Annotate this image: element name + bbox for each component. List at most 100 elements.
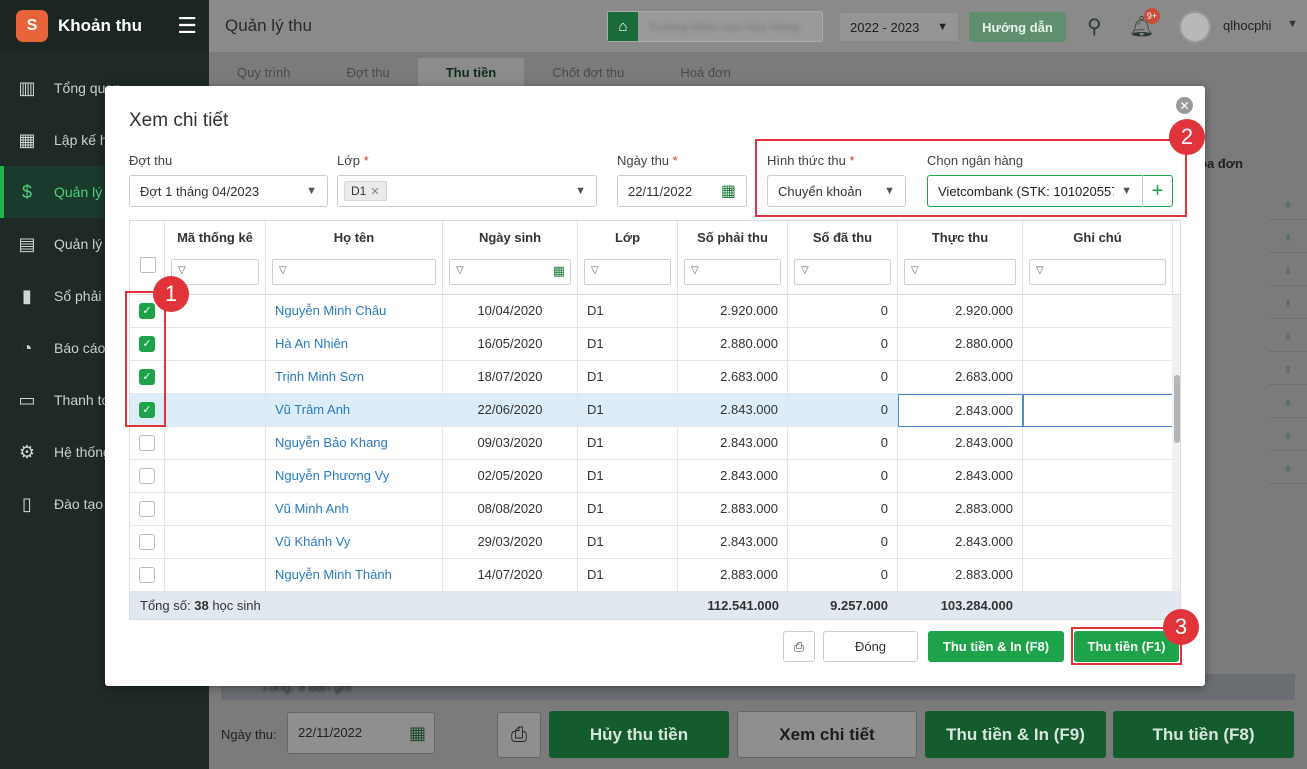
row-checkbox[interactable]: [139, 468, 155, 484]
table-row[interactable]: Vũ Khánh Vy 29/03/2020 D1 2.843.000 0 2.843.0…: [130, 526, 1180, 559]
modal-close-button[interactable]: Đóng: [823, 631, 918, 662]
table-scrollbar[interactable]: [1172, 295, 1180, 591]
user-chevron-down-icon[interactable]: ▼: [1287, 18, 1298, 30]
cell-actual[interactable]: 2.843.000: [898, 394, 1023, 427]
table-row[interactable]: Nguyễn Phương Vy 02/05/2020 D1 2.843.000 0 2.…: [130, 460, 1180, 493]
cell-name[interactable]: Hà An Nhiên: [266, 328, 443, 361]
cell-note[interactable]: [1023, 361, 1173, 394]
column-filter-input[interactable]: ▽: [1029, 259, 1166, 285]
cell-name[interactable]: Vũ Trâm Anh: [266, 394, 443, 427]
column-filter-input[interactable]: ▽ ▦: [449, 259, 571, 285]
guide-button[interactable]: Hướng dẫn: [969, 12, 1066, 42]
row-checkbox[interactable]: [139, 501, 155, 517]
cell-due: 2.883.000: [678, 559, 788, 591]
column-filter-input[interactable]: ▽: [584, 259, 671, 285]
avatar[interactable]: [1179, 11, 1211, 43]
year-value: 2022 - 2023: [850, 19, 920, 35]
rocket-icon[interactable]: ⚲: [1087, 14, 1102, 39]
table-row[interactable]: Nguyễn Minh Thành 14/07/2020 D1 2.883.000 0 2…: [130, 559, 1180, 591]
money-bag-icon[interactable]: ♁: [1269, 385, 1307, 418]
cell-note[interactable]: [1023, 526, 1173, 559]
ngay-thu-field[interactable]: 22/11/2022 ▦: [617, 175, 747, 207]
column-header-5: Số phải thu ▽: [678, 221, 788, 295]
column-title: Họ tên: [333, 230, 375, 245]
money-bag-icon[interactable]: ♁: [1269, 253, 1307, 286]
cell-actual[interactable]: 2.920.000: [898, 295, 1023, 328]
cell-actual[interactable]: 2.883.000: [898, 493, 1023, 526]
column-filter-input[interactable]: ▽: [272, 259, 436, 285]
cell-name[interactable]: Nguyễn Minh Châu: [266, 295, 443, 328]
cell-name[interactable]: Vũ Minh Anh: [266, 493, 443, 526]
cell-due: 2.920.000: [678, 295, 788, 328]
collect-button[interactable]: Thu tiền (F8): [1113, 711, 1294, 758]
cell-actual[interactable]: 2.843.000: [898, 526, 1023, 559]
cell-note[interactable]: [1023, 493, 1173, 526]
table-row[interactable]: ✓ Nguyễn Minh Châu 10/04/2020 D1 2.920.000 0 2…: [130, 295, 1180, 328]
remove-chip-icon[interactable]: ✕: [370, 186, 379, 198]
username[interactable]: qlhocphi: [1223, 18, 1271, 33]
notification-badge: 9+: [1144, 8, 1160, 24]
print-button[interactable]: ⎙: [497, 712, 541, 758]
cell-actual[interactable]: 2.880.000: [898, 328, 1023, 361]
money-bag-icon[interactable]: ♁: [1269, 220, 1307, 253]
column-filter-input[interactable]: ▽: [794, 259, 891, 285]
money-bag-icon[interactable]: ♁: [1269, 286, 1307, 319]
checkbox-cell: [130, 427, 165, 460]
dot-thu-select[interactable]: Đợt 1 tháng 04/2023 ▼: [129, 175, 328, 207]
collect-print-button[interactable]: Thu tiền & In (F9): [925, 711, 1106, 758]
hamburger-menu-icon[interactable]: ☰: [177, 13, 197, 39]
close-icon[interactable]: ✕: [1176, 97, 1193, 114]
cell-dob: 02/05/2020: [443, 460, 578, 493]
modal-collect-print-button[interactable]: Thu tiền & In (F8): [928, 631, 1064, 662]
column-filter-input[interactable]: ▽: [684, 259, 781, 285]
filter-icon: ▽: [591, 265, 599, 276]
cell-actual[interactable]: 2.843.000: [898, 427, 1023, 460]
cell-note[interactable]: [1023, 328, 1173, 361]
cell-note[interactable]: [1023, 427, 1173, 460]
cell-name[interactable]: Trịnh Minh Sơn: [266, 361, 443, 394]
column-filter-input[interactable]: ▽: [904, 259, 1016, 285]
app-title: Khoản thu: [58, 16, 143, 35]
cell-note[interactable]: [1023, 394, 1173, 427]
row-checkbox[interactable]: [139, 435, 155, 451]
cell-actual[interactable]: 2.683.000: [898, 361, 1023, 394]
view-detail-button[interactable]: Xem chi tiết: [737, 711, 917, 758]
calendar-icon[interactable]: ▦: [721, 181, 736, 201]
cell-actual[interactable]: 2.883.000: [898, 559, 1023, 591]
cancel-collection-button[interactable]: Hủy thu tiền: [549, 711, 729, 758]
money-bag-icon[interactable]: ♁: [1269, 319, 1307, 352]
table-row[interactable]: ✓ Vũ Trâm Anh 22/06/2020 D1 2.843.000 0 2.843.…: [130, 394, 1180, 427]
cell-name[interactable]: Nguyễn Minh Thành: [266, 559, 443, 591]
cell-note[interactable]: [1023, 559, 1173, 591]
table-row[interactable]: ✓ Hà An Nhiên 16/05/2020 D1 2.880.000 0 2.880.…: [130, 328, 1180, 361]
money-bag-icon[interactable]: ♁: [1269, 352, 1307, 385]
cell-name[interactable]: Vũ Khánh Vy: [266, 526, 443, 559]
cell-actual[interactable]: 2.843.000: [898, 460, 1023, 493]
school-selector[interactable]: ⌂ Trường Mầm non Hoa Hồng: [607, 11, 823, 42]
select-all-checkbox[interactable]: [140, 257, 156, 273]
cell-class: D1: [578, 328, 678, 361]
money-bag-icon[interactable]: ♁: [1269, 451, 1307, 484]
cell-name[interactable]: Nguyễn Bảo Khang: [266, 427, 443, 460]
collect-date-field[interactable]: 22/11/2022 ▦: [287, 712, 435, 754]
cell-due: 2.883.000: [678, 493, 788, 526]
table-row[interactable]: Nguyễn Bảo Khang 09/03/2020 D1 2.843.000 0 2.…: [130, 427, 1180, 460]
cell-note[interactable]: [1023, 295, 1173, 328]
calendar-icon[interactable]: ▦: [409, 713, 426, 753]
modal-print-button[interactable]: ⎙: [783, 631, 815, 662]
money-bag-icon[interactable]: ♁: [1269, 418, 1307, 451]
row-checkbox[interactable]: [139, 534, 155, 550]
row-checkbox[interactable]: [139, 567, 155, 583]
cell-note[interactable]: [1023, 460, 1173, 493]
sum-actual: 103.284.000: [940, 598, 1013, 613]
year-select[interactable]: 2022 - 2023 ▼: [839, 12, 959, 42]
cell-name[interactable]: Nguyễn Phương Vy: [266, 460, 443, 493]
lop-select[interactable]: D1 ✕ ▼: [337, 175, 597, 207]
money-bag-icon[interactable]: ♁: [1269, 187, 1307, 220]
cell-class: D1: [578, 394, 678, 427]
scrollbar-thumb[interactable]: [1174, 375, 1180, 443]
calendar-icon[interactable]: ▦: [553, 263, 565, 279]
table-row[interactable]: ✓ Trịnh Minh Sơn 18/07/2020 D1 2.683.000 0 2.6…: [130, 361, 1180, 394]
table-row[interactable]: Vũ Minh Anh 08/08/2020 D1 2.883.000 0 2.883.0…: [130, 493, 1180, 526]
modal-title: Xem chi tiết: [129, 110, 229, 131]
